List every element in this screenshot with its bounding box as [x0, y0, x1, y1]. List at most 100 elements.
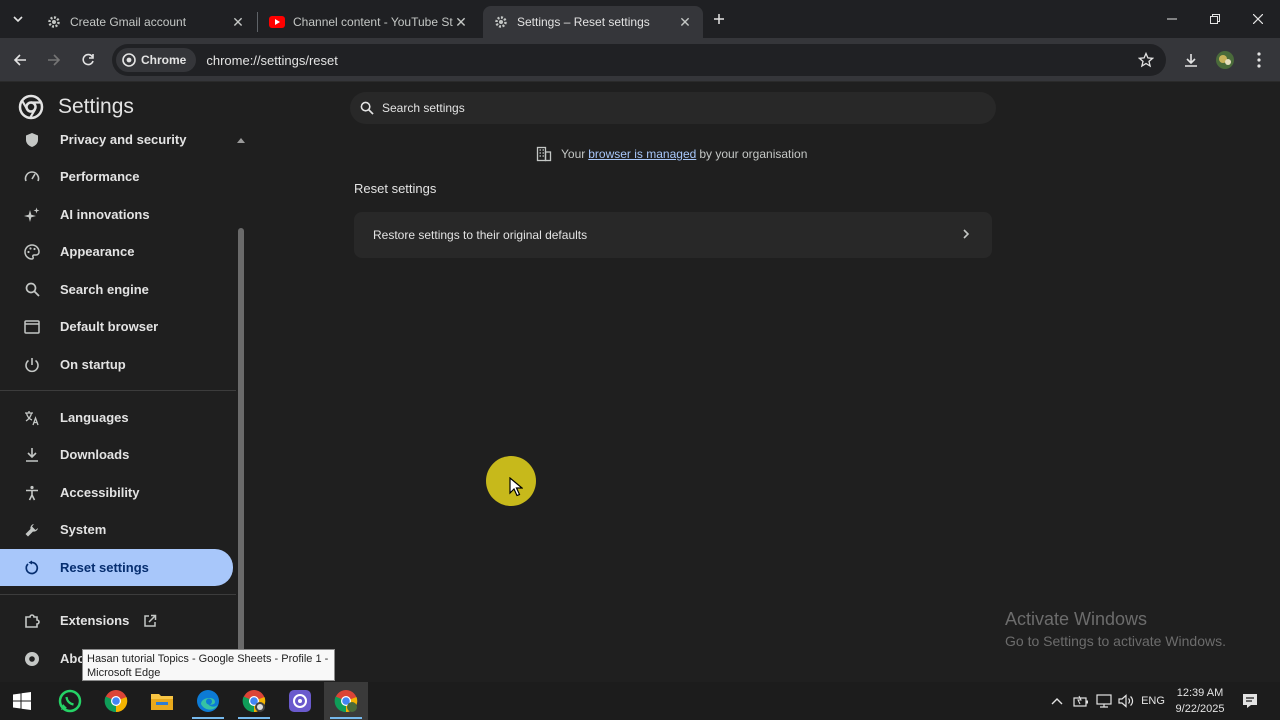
sidebar-item-reset-settings[interactable]: Reset settings: [0, 549, 233, 586]
sidebar-item-appearance[interactable]: Appearance: [0, 233, 233, 270]
chrome-icon: [24, 651, 40, 667]
close-window-button[interactable]: [1236, 0, 1280, 38]
windows-start-icon: [13, 692, 31, 710]
taskbar-chrome-profile[interactable]: [232, 682, 276, 720]
settings-search[interactable]: [350, 92, 996, 124]
notification-center-button[interactable]: [1236, 682, 1264, 720]
sidebar-item-label: On startup: [60, 357, 126, 372]
tab-youtube-studio[interactable]: Channel content - YouTube Stu ✕: [259, 6, 479, 38]
sidebar-item-ai-innovations[interactable]: AI innovations: [0, 196, 233, 233]
chevron-right-icon: [963, 229, 970, 239]
tray-language-button[interactable]: ENG: [1138, 682, 1168, 720]
arrow-left-icon: [13, 54, 26, 66]
reset-icon: [24, 560, 40, 576]
forward-button[interactable]: [40, 46, 68, 74]
sidebar-item-languages[interactable]: Languages: [0, 399, 233, 436]
sidebar-item-default-browser[interactable]: Default browser: [0, 308, 233, 345]
menu-button[interactable]: [1245, 46, 1273, 74]
more-vert-icon: [1257, 52, 1261, 68]
sidebar-item-label: Default browser: [60, 319, 159, 334]
site-info-chip[interactable]: Chrome: [116, 48, 197, 72]
sidebar-item-label: Extensions: [60, 613, 130, 628]
address-bar[interactable]: Chrome chrome://settings/reset: [112, 44, 1166, 76]
restore-defaults-row[interactable]: Restore settings to their original defau…: [354, 212, 992, 258]
sidebar-item-label: System: [60, 522, 107, 537]
minimize-button[interactable]: [1150, 0, 1194, 38]
file-explorer-icon: [151, 694, 173, 710]
managed-notice: Your browser is managed by your organisa…: [536, 146, 807, 162]
sparkle-icon: [24, 207, 40, 223]
new-tab-button[interactable]: [705, 5, 733, 33]
close-icon: [1253, 14, 1263, 24]
sidebar-item-label: Search engine: [60, 282, 149, 297]
profile-button[interactable]: [1211, 46, 1239, 74]
sidebar-item-search-engine[interactable]: Search engine: [0, 271, 233, 308]
photo-app-icon: [289, 690, 311, 712]
sidebar-item-privacy-security[interactable]: Privacy and security: [0, 121, 233, 158]
tray-volume-button[interactable]: [1115, 682, 1137, 720]
minimize-icon: [1167, 18, 1177, 20]
tab-create-gmail[interactable]: Create Gmail account ✕: [36, 6, 256, 38]
puzzle-icon: [24, 613, 40, 629]
search-icon: [360, 101, 374, 115]
close-icon[interactable]: ✕: [230, 14, 246, 30]
tray-show-hidden-button[interactable]: [1046, 682, 1068, 720]
sidebar-divider: [0, 390, 236, 391]
taskbar-whatsapp[interactable]: [48, 682, 92, 720]
sidebar-item-label: Privacy and security: [60, 132, 187, 147]
network-icon: [1096, 694, 1112, 708]
avatar: [1216, 51, 1234, 69]
tray-battery-button[interactable]: [1070, 682, 1092, 720]
whatsapp-icon: [58, 689, 82, 713]
page-title: Settings: [58, 95, 134, 118]
sidebar-scrollbar[interactable]: [238, 228, 244, 652]
sidebar-item-accessibility[interactable]: Accessibility: [0, 474, 233, 511]
close-icon[interactable]: ✕: [677, 14, 693, 30]
taskbar-chrome[interactable]: [94, 682, 138, 720]
speaker-icon: [1118, 694, 1134, 708]
browser-managed-link[interactable]: browser is managed: [588, 147, 696, 161]
sidebar-item-label: Accessibility: [60, 485, 140, 500]
start-button[interactable]: [0, 682, 44, 720]
external-link-icon: [143, 614, 157, 628]
activate-windows-title: Activate Windows: [1005, 609, 1148, 629]
close-icon[interactable]: ✕: [453, 14, 469, 30]
clock-date: 9/22/2025: [1175, 703, 1225, 715]
taskbar-edge[interactable]: [186, 682, 230, 720]
toolbar: Chrome chrome://settings/reset: [0, 38, 1280, 82]
tray-network-button[interactable]: [1093, 682, 1115, 720]
mouse-pointer-icon: [509, 477, 523, 497]
search-input[interactable]: [382, 101, 942, 115]
taskbar-photo-app[interactable]: [278, 682, 322, 720]
tab-label: Settings – Reset settings: [517, 15, 650, 29]
taskbar-chrome-active[interactable]: [324, 682, 368, 720]
restore-defaults-label: Restore settings to their original defau…: [373, 228, 588, 242]
sidebar-item-label: Performance: [60, 169, 140, 184]
sidebar-item-extensions[interactable]: Extensions: [0, 602, 233, 639]
restore-button[interactable]: [1193, 0, 1237, 38]
back-button[interactable]: [6, 46, 34, 74]
shield-icon: [24, 132, 40, 148]
notification-icon: [1243, 694, 1257, 708]
taskbar-clock[interactable]: 12:39 AM 9/22/2025: [1168, 685, 1232, 717]
chevron-up-icon: [1051, 698, 1063, 705]
sidebar-item-on-startup[interactable]: On startup: [0, 346, 233, 383]
windows-taskbar: ENG 12:39 AM 9/22/2025: [0, 682, 1280, 720]
managed-prefix: Your: [561, 147, 586, 161]
url-text[interactable]: chrome://settings/reset: [206, 53, 338, 68]
tab-settings-reset[interactable]: Settings – Reset settings ✕: [483, 6, 703, 38]
bookmark-star-button[interactable]: [1136, 50, 1156, 70]
reload-button[interactable]: [74, 46, 102, 74]
downloads-button[interactable]: [1177, 46, 1205, 74]
sidebar-item-downloads[interactable]: Downloads: [0, 436, 233, 473]
taskbar-file-explorer[interactable]: [140, 682, 184, 720]
chip-label: Chrome: [141, 53, 187, 67]
sidebar-item-performance[interactable]: Performance: [0, 158, 233, 195]
tab-search-button[interactable]: [4, 5, 32, 33]
gear-icon: [46, 14, 62, 30]
chrome-logo-icon: [18, 94, 44, 120]
managed-suffix: by your organisation: [699, 147, 808, 161]
scroll-up-arrow-icon[interactable]: [237, 138, 245, 143]
sidebar-item-label: AI innovations: [60, 207, 150, 222]
sidebar-item-system[interactable]: System: [0, 511, 233, 548]
